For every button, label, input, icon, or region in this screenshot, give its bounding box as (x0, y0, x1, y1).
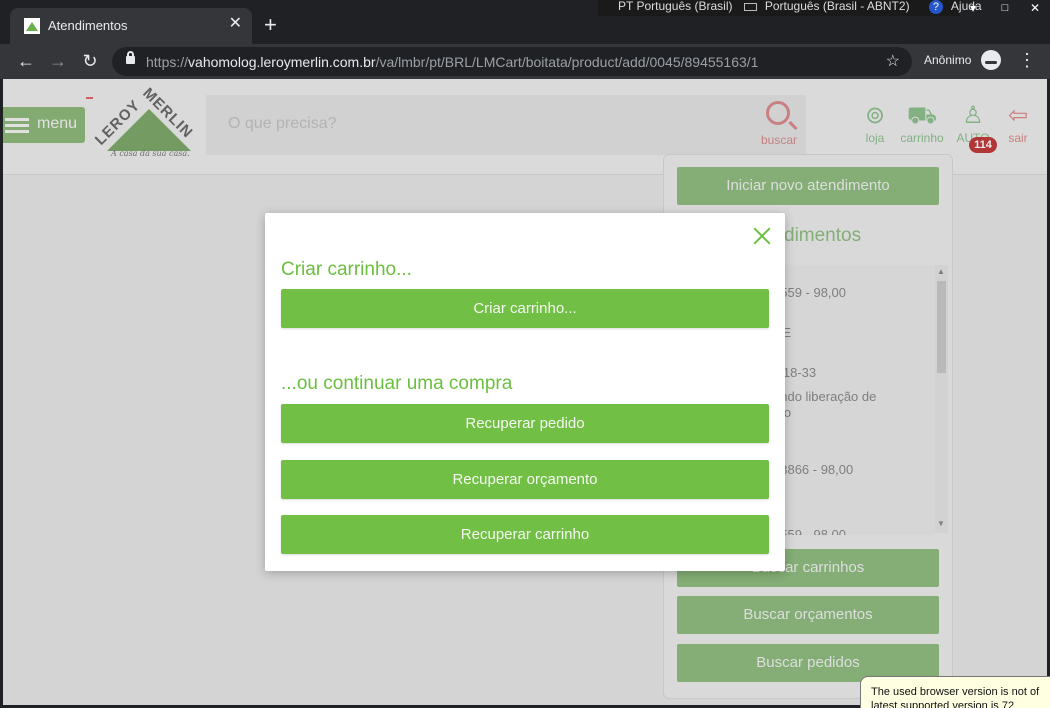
browser-tab-bar: Atendimentos ✕ + PT Português (Brasil) P… (0, 0, 1050, 44)
maximize-icon[interactable]: □ (990, 0, 1020, 18)
profile-label[interactable]: Anônimo (924, 53, 971, 67)
forward-icon[interactable]: → (46, 50, 70, 74)
create-cart-button[interactable]: Criar carrinho... (281, 289, 769, 328)
cart-modal: Criar carrinho... Criar carrinho... ...o… (265, 213, 785, 571)
keyboard-icon (743, 2, 757, 11)
window-controls: ▾ □ ✕ (950, 0, 1050, 18)
bookmark-star-icon[interactable]: ☆ (886, 51, 900, 71)
close-tab-icon[interactable]: ✕ (229, 16, 242, 32)
keyboard-layout[interactable]: Português (Brasil - ABNT2) (765, 0, 910, 13)
os-language-bar: PT Português (Brasil) Português (Brasil … (598, 0, 982, 16)
browser-toolbar: ← → ↻ https://vahomolog.leroymerlin.com.… (0, 44, 1050, 79)
new-tab-icon[interactable]: + (264, 14, 277, 36)
recover-order-button[interactable]: Recuperar pedido (281, 404, 769, 443)
continue-purchase-heading: ...ou continuar uma compra (281, 373, 513, 394)
tooltip-line-2: latest supported version is 72 (871, 700, 1015, 708)
close-window-icon[interactable]: ✕ (1020, 0, 1050, 18)
reload-icon[interactable]: ↻ (78, 50, 102, 74)
page: menu LEROY MERLIN A casa da sua casa. O … (3, 79, 1047, 705)
incognito-icon[interactable] (981, 50, 1001, 70)
browser-menu-icon[interactable]: ⋮ (1018, 50, 1036, 70)
url-text[interactable]: https://vahomolog.leroymerlin.com.br/va/… (146, 54, 758, 70)
recover-cart-button[interactable]: Recuperar carrinho (281, 515, 769, 554)
tooltip-line-1: The used browser version is not of (871, 686, 1040, 698)
address-bar[interactable]: https://vahomolog.leroymerlin.com.br/va/… (112, 47, 912, 76)
lock-icon[interactable] (126, 51, 135, 64)
close-icon[interactable] (751, 225, 773, 247)
language-indicator[interactable]: PT Português (Brasil) (618, 0, 733, 13)
minimize-icon[interactable]: ▾ (958, 0, 988, 18)
recover-quote-button[interactable]: Recuperar orçamento (281, 460, 769, 499)
browser-tab[interactable]: Atendimentos ✕ (10, 8, 252, 44)
create-cart-heading: Criar carrinho... (281, 259, 412, 280)
browser-version-tooltip: The used browser version is not of lates… (860, 676, 1050, 708)
leroy-favicon-icon (24, 18, 40, 34)
help-icon: ? (928, 0, 943, 14)
back-icon[interactable]: ← (14, 50, 38, 74)
tab-title: Atendimentos (48, 18, 128, 33)
